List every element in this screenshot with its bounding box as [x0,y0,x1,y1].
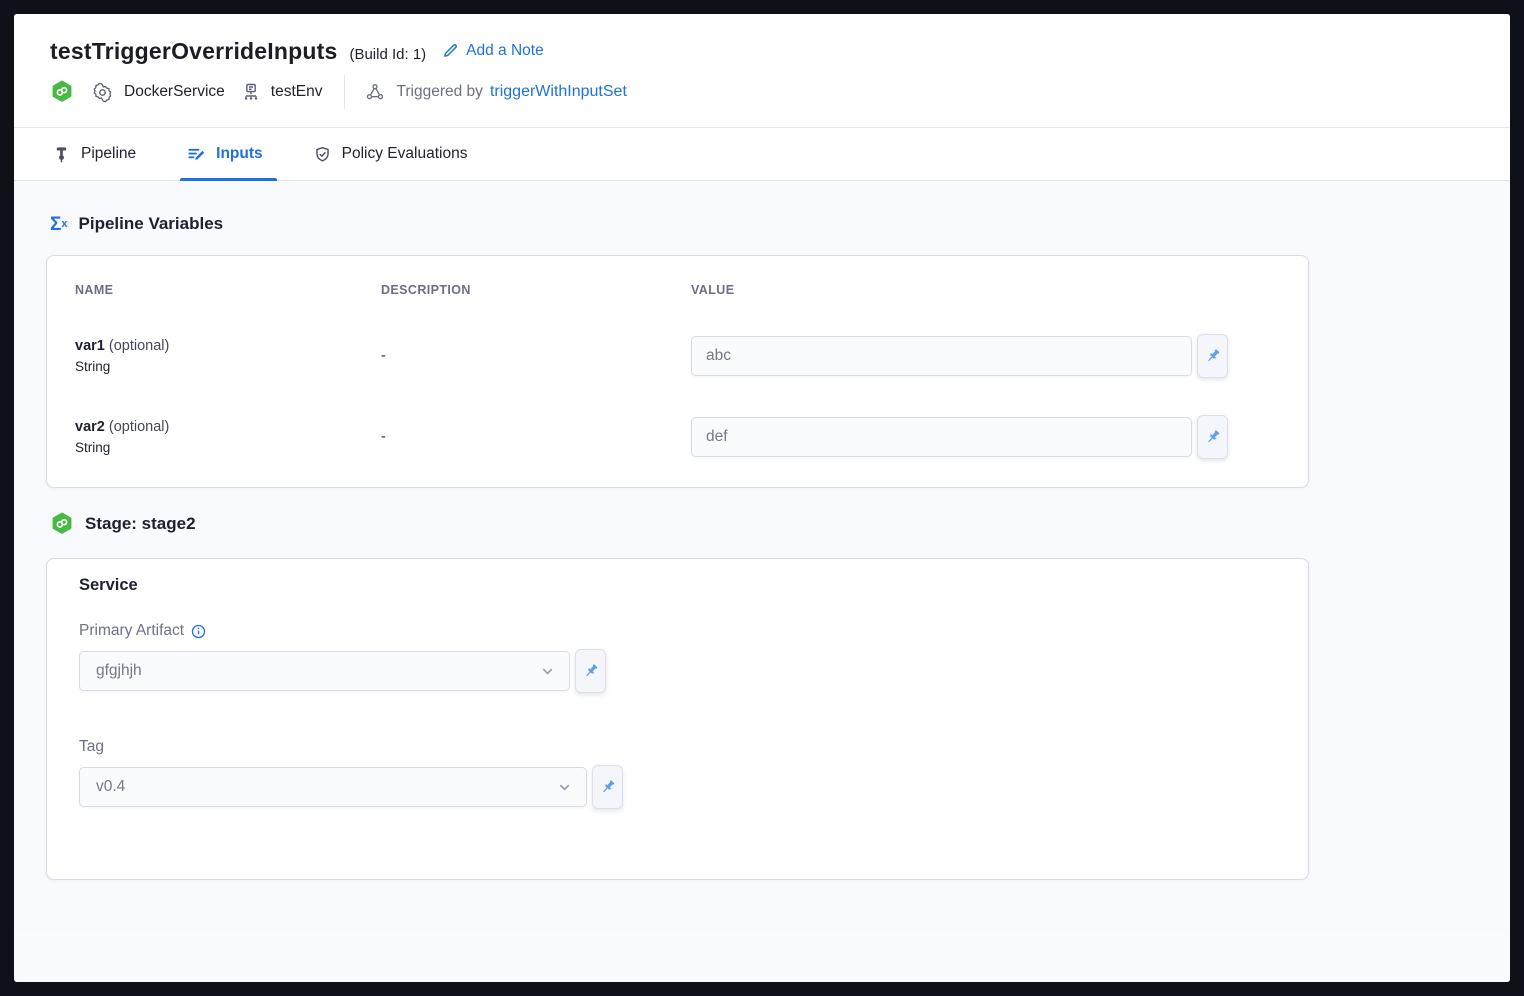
harness-cd-module-icon [50,512,74,536]
primary-artifact-label-row: Primary Artifact [79,622,1276,640]
pencil-icon [442,42,459,59]
build-id: (Build Id: 1) [349,46,426,63]
variable-type: String [75,359,381,374]
variable-optional-tag: (optional) [109,338,169,354]
stage-heading: Stage: stage2 [50,512,1510,536]
column-value: VALUE [691,283,1280,297]
variable-value-cell [691,334,1280,378]
app-panel: testTriggerOverrideInputs (Build Id: 1) … [14,14,1510,982]
service-card: Service Primary Artifact gfgjhjh [46,558,1309,880]
variable-name-cell: var2 (optional) String [75,419,381,455]
gear-icon [92,82,113,103]
vertical-divider [344,75,345,109]
column-description: DESCRIPTION [381,283,691,297]
meta-row: DockerService testEnv [50,78,1474,106]
variable-value-input[interactable] [691,336,1192,376]
variable-description: - [381,429,691,445]
pin-icon [599,778,617,796]
tab-policy-evaluations[interactable]: Policy Evaluations [311,128,470,180]
variable-description: - [381,348,691,364]
variable-row: var2 (optional) String - [75,415,1280,459]
stage-title: Stage: stage2 [85,514,196,534]
variable-row: var1 (optional) String - [75,334,1280,378]
pipeline-icon [52,145,71,164]
execution-header: testTriggerOverrideInputs (Build Id: 1) … [14,14,1510,127]
pipeline-variables-card: NAME DESCRIPTION VALUE var1 (optional) S… [46,255,1309,488]
environment-icon [241,81,261,103]
inputs-icon [186,144,206,164]
primary-artifact-row: gfgjhjh [79,649,1276,693]
pin-icon [1204,347,1222,365]
tag-value: v0.4 [96,778,125,796]
triggered-by-label: Triggered by [396,83,482,101]
info-icon[interactable] [191,624,206,639]
tag-label: Tag [79,738,104,756]
bottom-strip [14,933,1510,982]
environment-name: testEnv [271,83,323,101]
variable-value-input[interactable] [691,417,1192,457]
pipeline-variables-heading: Σx Pipeline Variables [50,214,1510,234]
tag-label-row: Tag [79,738,1276,756]
inputs-content: Σx Pipeline Variables NAME DESCRIPTION V… [14,181,1510,933]
trigger-link[interactable]: triggerWithInputSet [490,83,627,101]
variable-name-cell: var1 (optional) String [75,338,381,374]
variable-name: var1 [75,338,105,354]
tab-bar: Pipeline Inputs Policy Evaluations [14,127,1510,181]
service-section-title: Service [79,576,1276,595]
add-note-button[interactable]: Add a Note [442,42,544,60]
tab-inputs[interactable]: Inputs [184,128,265,180]
webhook-trigger-icon [365,82,385,102]
harness-cd-module-icon [50,80,74,104]
pin-icon [582,662,600,680]
tab-pipeline-label: Pipeline [81,145,136,163]
pin-button[interactable] [592,765,623,809]
variables-header-row: NAME DESCRIPTION VALUE [75,283,1280,297]
pipeline-variables-title: Pipeline Variables [79,214,224,234]
variable-optional-tag: (optional) [109,419,169,435]
pin-button[interactable] [575,649,606,693]
sigma-variables-icon: Σx [50,215,68,234]
title-row: testTriggerOverrideInputs (Build Id: 1) … [50,38,1474,65]
tab-pipeline[interactable]: Pipeline [50,128,138,180]
pin-button[interactable] [1197,334,1228,378]
tag-select[interactable]: v0.4 [79,767,587,807]
variable-type: String [75,440,381,455]
column-name: NAME [75,283,381,297]
variable-value-cell [691,415,1280,459]
primary-artifact-select[interactable]: gfgjhjh [79,651,570,691]
service-name: DockerService [124,83,225,101]
variable-name: var2 [75,419,105,435]
pin-button[interactable] [1197,415,1228,459]
primary-artifact-label: Primary Artifact [79,622,184,640]
tab-inputs-label: Inputs [216,145,263,163]
page-title: testTriggerOverrideInputs [50,38,337,65]
tab-policy-label: Policy Evaluations [342,145,468,163]
shield-check-icon [313,145,332,164]
tag-row: v0.4 [79,765,1276,809]
chevron-down-icon [557,780,572,795]
chevron-down-icon [540,664,555,679]
primary-artifact-value: gfgjhjh [96,662,142,680]
add-note-label: Add a Note [466,42,544,60]
pin-icon [1204,428,1222,446]
